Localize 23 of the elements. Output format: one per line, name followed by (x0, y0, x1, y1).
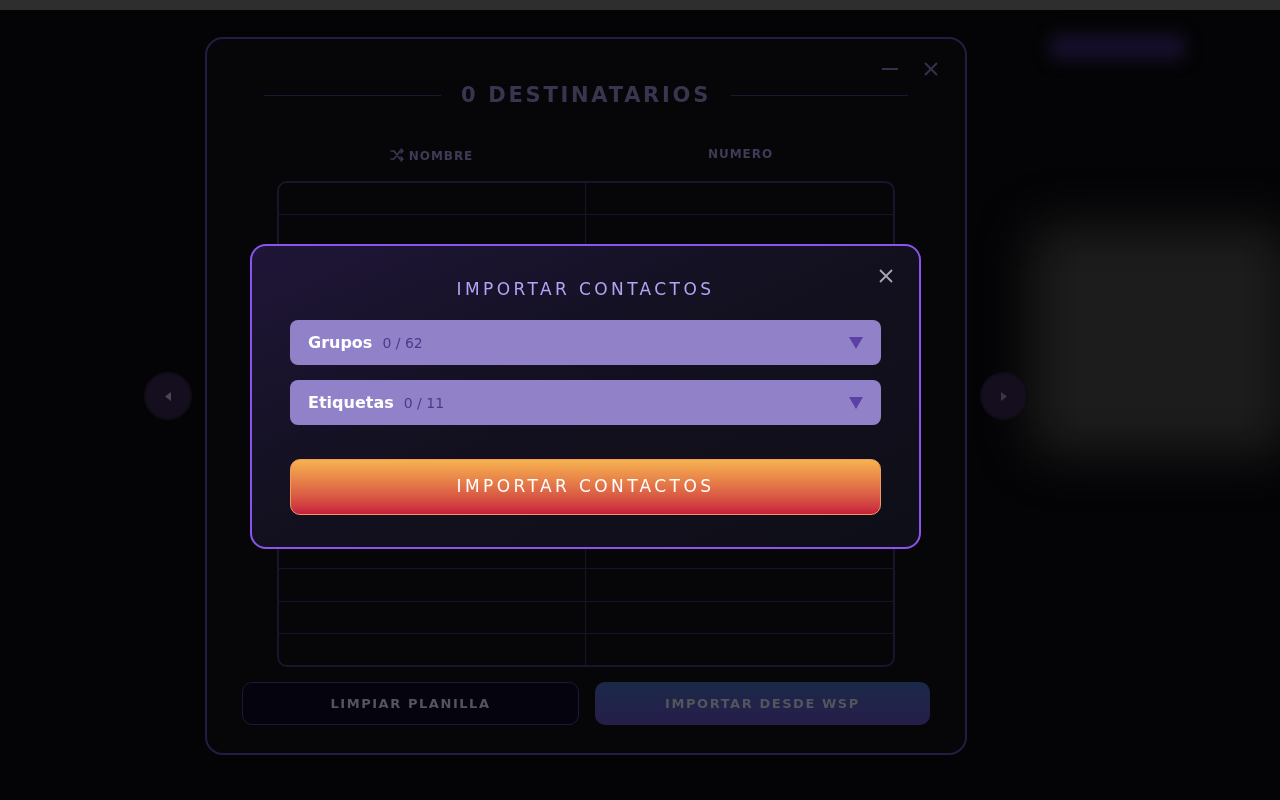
close-icon (879, 269, 893, 283)
close-icon[interactable] (924, 62, 938, 76)
dropdown-label: Grupos (308, 334, 373, 351)
next-arrow-button[interactable] (980, 372, 1028, 420)
shuffle-icon[interactable] (389, 148, 405, 162)
selection-count: 0 / 11 (403, 395, 445, 410)
dropdown[interactable]: Etiquetas 0 / 11 (290, 380, 881, 425)
selection-count: 0 / 62 (382, 335, 423, 350)
dialog-title: IMPORTAR CONTACTOS (456, 280, 715, 298)
left-triangle-icon (165, 391, 171, 401)
column-header: NUMERO (707, 148, 774, 160)
close-button[interactable] (878, 268, 894, 284)
previous-arrow-button[interactable] (144, 372, 192, 420)
import-contacts-button[interactable]: IMPORTAR CONTACTOS (290, 459, 881, 515)
panel-title: 0 DESTINATARIOS (461, 84, 711, 106)
caret-down-icon (849, 336, 863, 349)
column-header[interactable]: NOMBRE (408, 150, 474, 162)
right-triangle-icon (1001, 391, 1007, 401)
clear-sheet-button[interactable]: LIMPIAR PLANILLA (242, 682, 579, 725)
minimize-icon[interactable] (882, 68, 898, 70)
dropdown[interactable]: Grupos 0 / 62 (290, 320, 881, 365)
caret-down-icon (849, 396, 863, 409)
dropdown-label: Etiquetas (308, 394, 394, 411)
